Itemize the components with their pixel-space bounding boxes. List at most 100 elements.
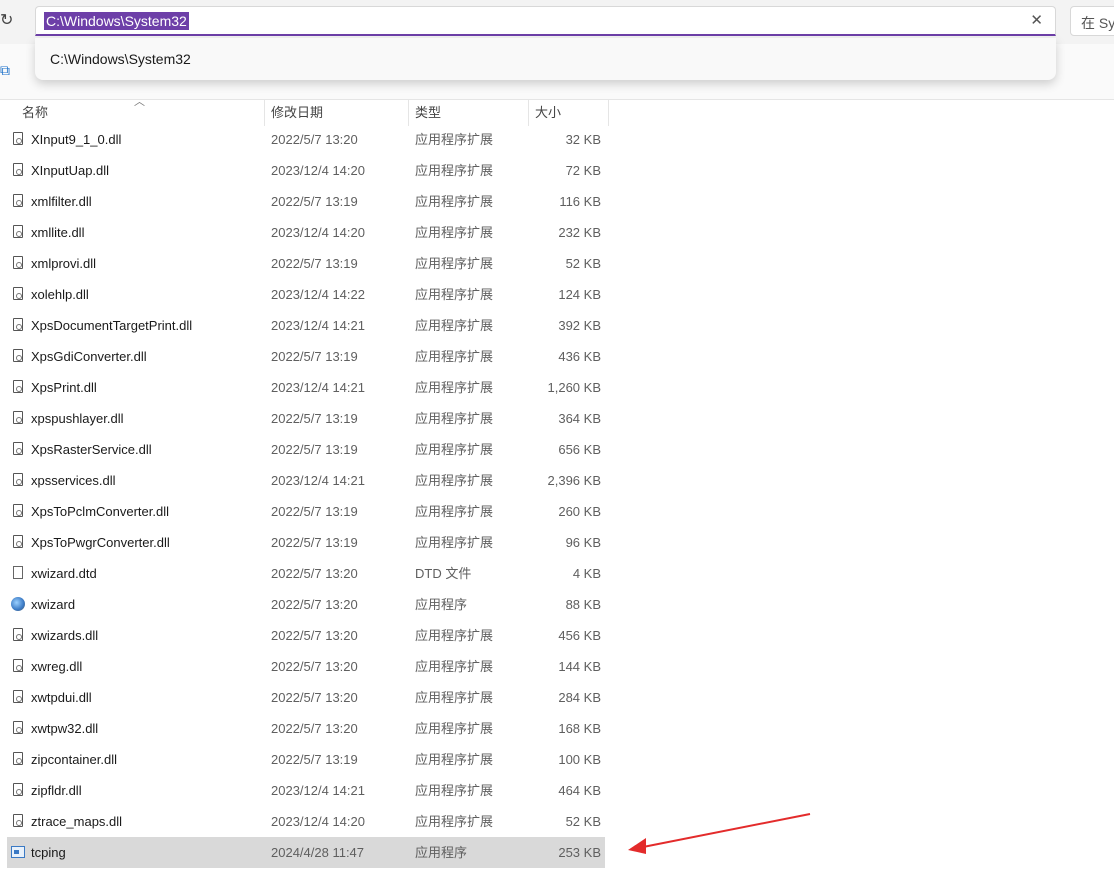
file-date: 2022/5/7 13:20: [271, 690, 358, 705]
file-row[interactable]: XInputUap.dll 2023/12/4 14:20 应用程序扩展 72 KB: [7, 155, 605, 186]
dll-icon: [13, 628, 23, 641]
file-name: xolehlp.dll: [31, 287, 89, 302]
file-size: 436 KB: [558, 349, 601, 364]
file-name: XpsRasterService.dll: [31, 442, 152, 457]
file-name: xmlfilter.dll: [31, 194, 92, 209]
column-header-size[interactable]: 大小: [535, 100, 561, 126]
refresh-icon[interactable]: ↻: [0, 10, 14, 32]
file-date: 2023/12/4 14:20: [271, 163, 365, 178]
column-header-type[interactable]: 类型: [415, 100, 441, 126]
dll-icon: [13, 721, 23, 734]
file-row[interactable]: xolehlp.dll 2023/12/4 14:22 应用程序扩展 124 KB: [7, 279, 605, 310]
file-row[interactable]: XpsGdiConverter.dll 2022/5/7 13:19 应用程序扩展 4…: [7, 341, 605, 372]
file-size: 253 KB: [558, 845, 601, 860]
file-name: XpsDocumentTargetPrint.dll: [31, 318, 193, 333]
file-row[interactable]: tcping 2024/4/28 11:47 应用程序 253 KB: [7, 837, 605, 868]
file-row[interactable]: xmlprovi.dll 2022/5/7 13:19 应用程序扩展 52 KB: [7, 248, 605, 279]
file-date: 2022/5/7 13:19: [271, 411, 358, 426]
file-type: 应用程序扩展: [415, 411, 494, 426]
dll-icon: [13, 256, 23, 269]
dll-icon: [13, 473, 23, 486]
file-size: 52 KB: [565, 814, 601, 829]
file-name: xwizards.dll: [31, 628, 99, 643]
file-date: 2022/5/7 13:19: [271, 752, 358, 767]
file-size: 124 KB: [558, 287, 601, 302]
column-divider[interactable]: [608, 100, 609, 126]
dll-icon: [13, 814, 23, 827]
column-header-name[interactable]: 名称: [22, 100, 48, 126]
file-type: 应用程序扩展: [415, 287, 494, 302]
dll-icon: [13, 380, 23, 393]
file-row[interactable]: xwizard.dtd 2022/5/7 13:20 DTD 文件 4 KB: [7, 558, 605, 589]
file-date: 2023/12/4 14:21: [271, 783, 365, 798]
file-size: 168 KB: [558, 721, 601, 736]
file-row[interactable]: xwizards.dll 2022/5/7 13:20 应用程序扩展 456 KB: [7, 620, 605, 651]
new-item-icon[interactable]: ⧉: [0, 62, 10, 79]
file-name: xwizard.dtd: [31, 566, 97, 581]
dll-icon: [13, 163, 23, 176]
file-name: xmllite.dll: [31, 225, 85, 240]
file-type: 应用程序扩展: [415, 628, 494, 643]
file-type: 应用程序扩展: [415, 814, 494, 829]
search-box[interactable]: 在 Sys: [1070, 6, 1114, 36]
file-row[interactable]: xwreg.dll 2022/5/7 13:20 应用程序扩展 144 KB: [7, 651, 605, 682]
file-row[interactable]: xmlfilter.dll 2022/5/7 13:19 应用程序扩展 116 KB: [7, 186, 605, 217]
file-row[interactable]: XpsDocumentTargetPrint.dll 2023/12/4 14:2…: [7, 310, 605, 341]
file-row[interactable]: xwtpw32.dll 2022/5/7 13:20 应用程序扩展 168 KB: [7, 713, 605, 744]
file-row[interactable]: xmllite.dll 2023/12/4 14:20 应用程序扩展 232 KB: [7, 217, 605, 248]
file-row[interactable]: zipcontainer.dll 2022/5/7 13:19 应用程序扩展 100 …: [7, 744, 605, 775]
dll-icon: [13, 752, 23, 765]
file-row[interactable]: XpsRasterService.dll 2022/5/7 13:19 应用程序扩展…: [7, 434, 605, 465]
dll-icon: [13, 318, 23, 331]
address-input[interactable]: C:\Windows\System32: [44, 12, 189, 30]
file-date: 2022/5/7 13:20: [271, 597, 358, 612]
file-type: 应用程序扩展: [415, 194, 494, 209]
file-size: 284 KB: [558, 690, 601, 705]
file-row[interactable]: xwtpdui.dll 2022/5/7 13:20 应用程序扩展 284 KB: [7, 682, 605, 713]
dll-icon: [13, 287, 23, 300]
file-name: xpspushlayer.dll: [31, 411, 124, 426]
file-size: 232 KB: [558, 225, 601, 240]
file-date: 2023/12/4 14:21: [271, 473, 365, 488]
file-row[interactable]: xwizard 2022/5/7 13:20 应用程序 88 KB: [7, 589, 605, 620]
file-row[interactable]: xpspushlayer.dll 2022/5/7 13:19 应用程序扩展 364 …: [7, 403, 605, 434]
file-date: 2023/12/4 14:22: [271, 287, 365, 302]
file-row[interactable]: ztrace_maps.dll 2023/12/4 14:20 应用程序扩展 52 K…: [7, 806, 605, 837]
file-row[interactable]: XInput9_1_0.dll 2022/5/7 13:20 应用程序扩展 32 KB: [7, 124, 605, 155]
dll-icon: [13, 442, 23, 455]
file-type: 应用程序扩展: [415, 256, 494, 271]
file-date: 2023/12/4 14:21: [271, 318, 365, 333]
file-type: 应用程序扩展: [415, 380, 494, 395]
file-row[interactable]: XpsToPclmConverter.dll 2022/5/7 13:19 应用程序…: [7, 496, 605, 527]
column-divider[interactable]: [528, 100, 529, 126]
file-row[interactable]: XpsPrint.dll 2023/12/4 14:21 应用程序扩展 1,260 K…: [7, 372, 605, 403]
dll-icon: [13, 783, 23, 796]
file-name: xpsservices.dll: [31, 473, 116, 488]
column-divider[interactable]: [408, 100, 409, 126]
file-type: 应用程序扩展: [415, 132, 494, 147]
file-name: ztrace_maps.dll: [31, 814, 123, 829]
suggestion-item[interactable]: C:\Windows\System32: [50, 51, 191, 67]
file-size: 96 KB: [565, 535, 601, 550]
file-size: 72 KB: [565, 163, 601, 178]
exe-icon: [11, 846, 25, 858]
file-row[interactable]: XpsToPwgrConverter.dll 2022/5/7 13:19 应用程序…: [7, 527, 605, 558]
column-divider[interactable]: [264, 100, 265, 126]
file-date: 2022/5/7 13:20: [271, 721, 358, 736]
column-header-date[interactable]: 修改日期: [271, 100, 323, 126]
file-row[interactable]: xpsservices.dll 2023/12/4 14:21 应用程序扩展 2,39…: [7, 465, 605, 496]
dll-icon: [13, 690, 23, 703]
file-type: 应用程序扩展: [415, 752, 494, 767]
file-size: 464 KB: [558, 783, 601, 798]
file-size: 88 KB: [565, 597, 601, 612]
file-date: 2022/5/7 13:19: [271, 535, 358, 550]
address-bar[interactable]: C:\Windows\System32 ✕: [35, 6, 1056, 36]
file-date: 2023/12/4 14:20: [271, 814, 365, 829]
clear-icon[interactable]: ✕: [1030, 11, 1043, 31]
file-name: zipfldr.dll: [31, 783, 82, 798]
file-name: xmlprovi.dll: [31, 256, 97, 271]
file-type: 应用程序扩展: [415, 473, 494, 488]
file-row[interactable]: zipfldr.dll 2023/12/4 14:21 应用程序扩展 464 KB: [7, 775, 605, 806]
file-type: 应用程序扩展: [415, 690, 494, 705]
file-name: XpsToPwgrConverter.dll: [31, 535, 170, 550]
